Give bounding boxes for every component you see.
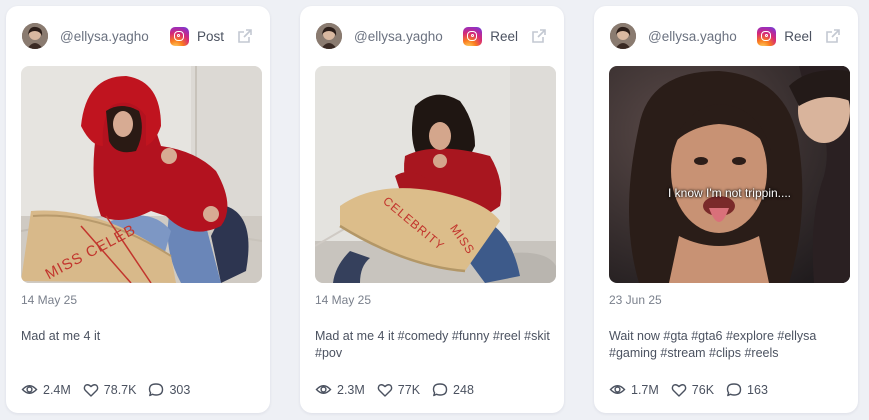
post-video-thumbnail[interactable]: CELEBRITY MISS xyxy=(315,66,556,283)
views-stat: 1.7M xyxy=(609,381,659,398)
post-type: Reel xyxy=(757,26,812,46)
post-date: 14 May 25 xyxy=(21,293,78,307)
views-count: 2.4M xyxy=(43,382,71,397)
views-stat: 2.3M xyxy=(315,381,365,398)
card-header: @ellysa.yagho Reel xyxy=(316,22,548,50)
card-header: @ellysa.yagho Reel xyxy=(610,22,842,50)
post-stats: 1.7M 76K 163 xyxy=(609,381,780,398)
post-type-label: Reel xyxy=(490,28,518,44)
post-stats: 2.4M 78.7K 303 xyxy=(21,381,202,398)
instagram-icon xyxy=(757,26,777,46)
avatar xyxy=(610,23,636,49)
comments-count: 248 xyxy=(453,382,474,397)
post-card[interactable]: @ellysa.yagho Post MISS CELEB 14 May 25 … xyxy=(6,6,270,413)
views-count: 2.3M xyxy=(337,382,365,397)
account-handle[interactable]: @ellysa.yagho xyxy=(648,29,737,44)
post-card[interactable]: @ellysa.yagho Reel I know I'm not trippi… xyxy=(594,6,858,413)
comment-icon xyxy=(149,382,164,396)
likes-stat: 78.7K xyxy=(83,382,137,398)
likes-count: 76K xyxy=(691,382,715,397)
views-stat: 2.4M xyxy=(21,381,71,398)
post-caption: Wait now #gta #gta6 #explore #ellysa #ga… xyxy=(609,329,817,360)
heart-icon xyxy=(377,383,393,397)
account-handle[interactable]: @ellysa.yagho xyxy=(60,29,149,44)
post-stats: 2.3M 77K 248 xyxy=(315,381,486,398)
card-header: @ellysa.yagho Post xyxy=(22,22,254,50)
instagram-icon xyxy=(463,26,483,46)
likes-stat: 77K xyxy=(377,382,420,398)
comments-stat: 163 xyxy=(726,382,768,398)
post-type: Post xyxy=(169,26,224,46)
post-caption: Mad at me 4 it #comedy #funny #reel #ski… xyxy=(315,329,550,360)
eye-icon xyxy=(609,385,626,394)
likes-count: 78.7K xyxy=(103,382,137,397)
eye-icon xyxy=(315,385,332,394)
post-video-thumbnail[interactable]: I know I'm not trippin.... xyxy=(609,66,850,283)
comments-count: 163 xyxy=(747,382,768,397)
views-count: 1.7M xyxy=(631,382,659,397)
external-link-icon[interactable] xyxy=(530,27,548,45)
comments-stat: 248 xyxy=(432,382,474,398)
post-image[interactable]: MISS CELEB xyxy=(21,66,262,283)
comments-stat: 303 xyxy=(148,382,190,398)
post-card[interactable]: @ellysa.yagho Reel CELEBRITY MISS 14 May xyxy=(300,6,564,413)
external-link-icon[interactable] xyxy=(824,27,842,45)
avatar xyxy=(316,23,342,49)
likes-count: 77K xyxy=(397,382,421,397)
video-overlay-text: I know I'm not trippin.... xyxy=(667,186,791,200)
eye-icon xyxy=(21,385,38,394)
post-type-label: Reel xyxy=(784,28,812,44)
comments-count: 303 xyxy=(169,382,191,397)
avatar xyxy=(22,23,48,49)
heart-icon xyxy=(83,383,99,397)
post-date: 23 Jun 25 xyxy=(609,293,662,307)
post-type: Reel xyxy=(463,26,518,46)
heart-icon xyxy=(671,383,687,397)
external-link-icon[interactable] xyxy=(236,27,254,45)
post-type-label: Post xyxy=(196,28,224,44)
post-caption: Mad at me 4 it xyxy=(21,329,101,343)
instagram-icon xyxy=(169,26,189,46)
comment-icon xyxy=(726,382,742,396)
comment-icon xyxy=(432,382,448,396)
post-date: 14 May 25 xyxy=(315,293,372,307)
account-handle[interactable]: @ellysa.yagho xyxy=(354,29,443,44)
likes-stat: 76K xyxy=(671,382,714,398)
